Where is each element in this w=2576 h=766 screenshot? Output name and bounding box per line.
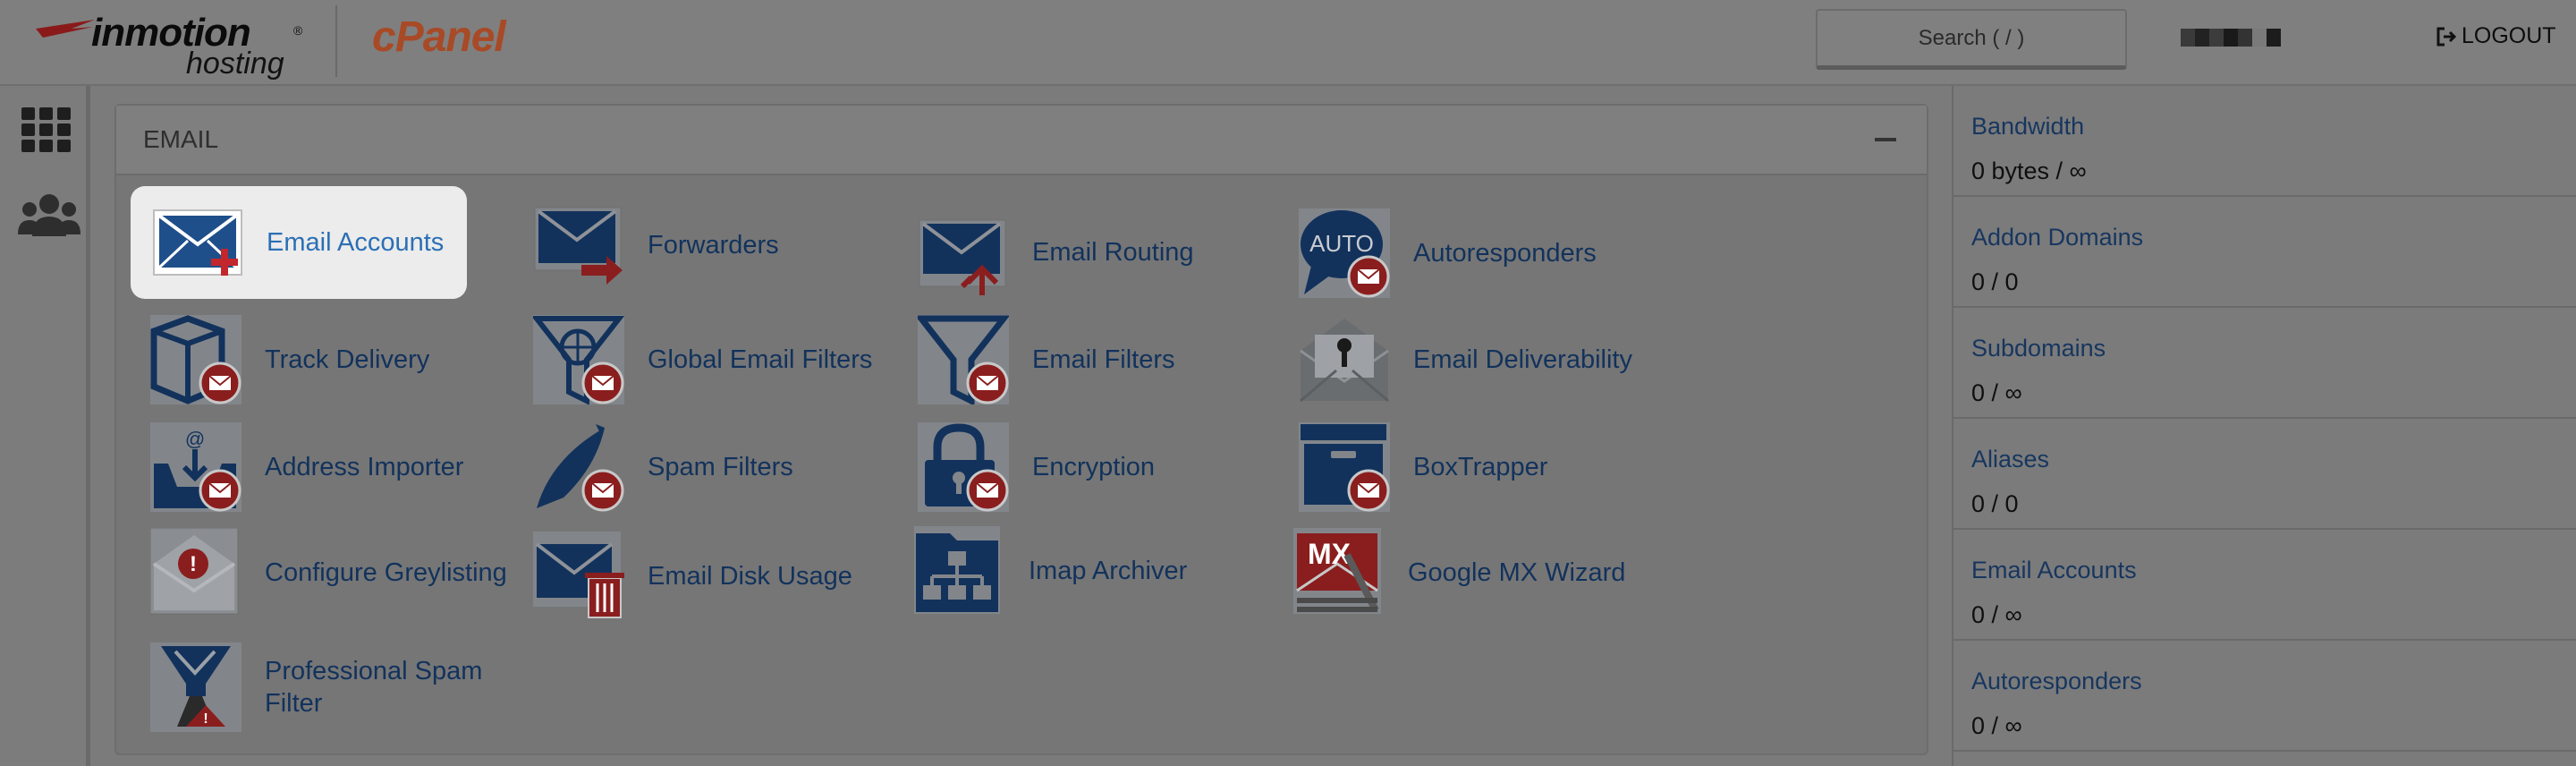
stat-aliases: Aliases 0 / 0 (1953, 419, 2576, 530)
svg-text:MX: MX (1308, 538, 1352, 570)
tool-professional-spam-filter[interactable]: ! Professional Spam Filter (150, 643, 482, 732)
stat-value: 0 bytes / ∞ (1971, 157, 2087, 184)
tool-label: Address Importer (265, 453, 464, 481)
boxtrapper-icon (1299, 422, 1390, 512)
tool-label: Autoresponders (1413, 239, 1597, 268)
logout-button[interactable]: LOGOUT (2435, 23, 2556, 49)
svg-text:@: @ (185, 428, 205, 450)
tool-label: Email Disk Usage (648, 562, 852, 591)
search-input[interactable] (1816, 9, 2127, 70)
tool-label: Encryption (1032, 453, 1156, 481)
stat-email-accounts: Email Accounts 0 / ∞ (1953, 530, 2576, 641)
tool-label: Configure Greylisting (265, 558, 507, 587)
cpanel-logo[interactable]: cPanel (372, 13, 506, 62)
inmotion-hosting-logo[interactable]: inmotion ® hosting (36, 11, 304, 81)
address-importer-icon: @ (150, 422, 242, 512)
tool-email-deliverability[interactable]: Email Deliverability (1299, 315, 1632, 404)
tool-address-importer[interactable]: @ Address Importer (150, 422, 463, 512)
swoosh-icon (36, 20, 95, 38)
global-filters-icon (530, 315, 625, 405)
tool-forwarders[interactable]: Forwarders (533, 200, 779, 290)
tool-label: Professional Spam Filter (265, 655, 482, 719)
email-section-title: EMAIL (143, 125, 219, 153)
email-routing-icon (918, 208, 1009, 297)
tool-email-disk-usage[interactable]: Email Disk Usage (533, 532, 852, 621)
email-section-header[interactable]: EMAIL (116, 106, 1927, 175)
stats-sidebar: Bandwidth 0 bytes / ∞ Addon Domains 0 / … (1952, 86, 2576, 766)
spam-filters-icon (533, 422, 624, 512)
greylisting-icon: ! (149, 527, 242, 617)
svg-text:!: ! (203, 711, 208, 727)
username-redacted[interactable] (2181, 29, 2281, 47)
tool-configure-greylisting[interactable]: ! Configure Greylisting (149, 527, 507, 617)
tool-label: Spam Filters (648, 453, 793, 481)
stat-label[interactable]: Addon Domains (1971, 224, 2143, 251)
tool-label: Imap Archiver (1029, 557, 1188, 585)
stat-value: 0 / 0 (1971, 268, 2019, 295)
encryption-icon (918, 422, 1009, 512)
pro-spam-filter-icon: ! (150, 643, 242, 732)
tool-google-mx-wizard[interactable]: MX Google MX Wizard (1293, 528, 1625, 617)
grid-icon[interactable] (18, 106, 75, 154)
track-delivery-icon (150, 315, 242, 404)
tool-boxtrapper[interactable]: BoxTrapper (1299, 422, 1547, 512)
email-filters-icon (914, 315, 1011, 406)
stat-label[interactable]: Autoresponders (1971, 668, 2142, 695)
logout-label: LOGOUT (2462, 23, 2556, 48)
header-divider (335, 5, 337, 77)
logout-icon (2436, 27, 2457, 46)
stat-label[interactable]: Email Accounts (1971, 557, 2137, 584)
svg-text:!: ! (190, 552, 197, 576)
stat-subdomains: Subdomains 0 / ∞ (1953, 308, 2576, 419)
stat-value: 0 / 0 (1971, 490, 2019, 517)
tool-label: Email Filters (1032, 345, 1175, 374)
tool-email-routing[interactable]: Email Routing (918, 208, 1194, 297)
left-sidebar (0, 86, 90, 766)
tool-label: Google MX Wizard (1408, 558, 1626, 587)
disk-usage-icon (533, 532, 624, 621)
stat-label[interactable]: Bandwidth (1971, 113, 2084, 140)
tool-autoresponders[interactable]: AUTO Autoresponders (1299, 208, 1597, 299)
tool-imap-archiver[interactable]: Imap Archiver (914, 526, 1187, 616)
forwarders-icon (533, 200, 624, 290)
tool-spam-filters[interactable]: Spam Filters (533, 422, 793, 512)
tool-email-filters[interactable]: Email Filters (914, 315, 1175, 406)
tool-track-delivery[interactable]: Track Delivery (150, 315, 429, 404)
tool-label: BoxTrapper (1413, 453, 1548, 481)
tool-label-line2: Filter (265, 689, 323, 718)
svg-text:AUTO: AUTO (1309, 230, 1374, 257)
registered-mark: ® (293, 23, 303, 38)
tool-label: Email Deliverability (1413, 345, 1632, 374)
tool-label: Forwarders (648, 231, 779, 260)
tool-global-email-filters[interactable]: Global Email Filters (530, 315, 873, 405)
stat-value: 0 / ∞ (1971, 712, 2022, 739)
stat-value: 0 / ∞ (1971, 601, 2022, 628)
google-mx-icon: MX (1293, 528, 1385, 617)
stat-label[interactable]: Aliases (1971, 446, 2049, 473)
stat-label[interactable]: Subdomains (1971, 335, 2106, 362)
tool-encryption[interactable]: Encryption (918, 422, 1155, 512)
stat-bandwidth: Bandwidth 0 bytes / ∞ (1953, 86, 2576, 197)
top-header: inmotion ® hosting cPanel LOGOUT (0, 0, 2576, 86)
collapse-icon[interactable] (1875, 138, 1896, 141)
tool-label: Email Routing (1032, 238, 1194, 267)
tool-email-accounts[interactable]: Email Accounts (131, 186, 468, 299)
brand-subtitle: hosting (186, 47, 284, 81)
tool-label: Track Delivery (265, 345, 430, 374)
tool-label: Email Accounts (267, 228, 445, 257)
tool-label: Global Email Filters (648, 345, 873, 374)
stat-value: 0 / ∞ (1971, 379, 2022, 406)
tool-label-line1: Professional Spam (265, 657, 483, 685)
stat-autoresponders: Autoresponders 0 / ∞ (1953, 641, 2576, 752)
stat-addon-domains: Addon Domains 0 / 0 (1953, 197, 2576, 308)
autoresponders-icon: AUTO (1299, 209, 1390, 298)
deliverability-icon (1299, 315, 1390, 404)
email-accounts-icon (152, 198, 243, 287)
imap-archiver-icon (914, 526, 1005, 616)
users-icon[interactable] (18, 192, 80, 240)
